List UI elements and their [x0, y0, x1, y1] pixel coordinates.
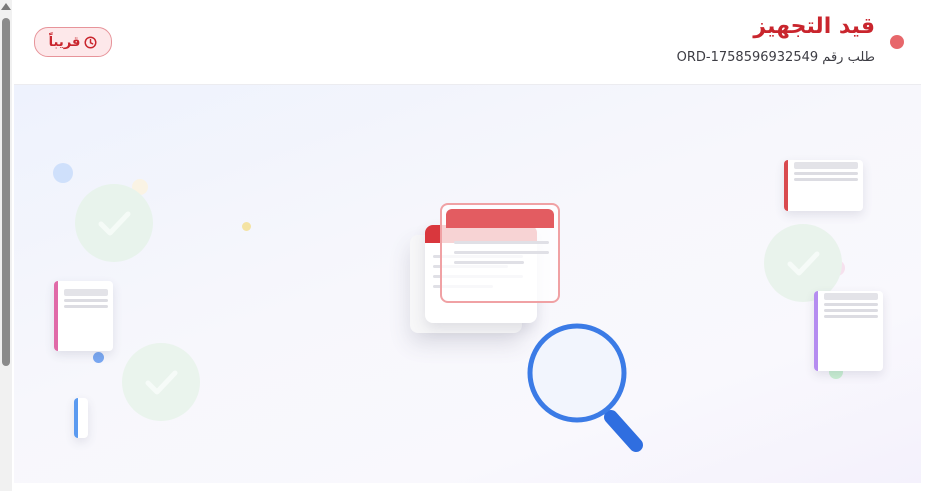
decor-dot	[53, 163, 73, 183]
scrollbar-thumb[interactable]	[2, 18, 10, 366]
decor-dot	[242, 222, 251, 231]
note-card-icon	[54, 281, 113, 351]
note-card-icon	[784, 160, 863, 211]
check-circle-icon	[122, 343, 200, 421]
note-card-icon	[814, 291, 883, 371]
decor-dot	[93, 352, 104, 363]
magnifier-icon	[527, 323, 643, 452]
status-title: قيد التجهيز	[753, 14, 875, 39]
app-window: قيد التجهيز طلب رقم ORD-1758596932549 قر…	[0, 0, 927, 491]
order-line: طلب رقم ORD-1758596932549	[677, 50, 875, 65]
status-dot	[890, 35, 904, 49]
order-label: طلب رقم	[822, 50, 875, 65]
scroll-up-arrow-icon[interactable]	[1, 3, 11, 10]
processing-illustration	[14, 85, 921, 483]
status-badge: قريباً	[34, 27, 112, 57]
bottom-strip	[14, 483, 921, 491]
order-number: ORD-1758596932549	[676, 50, 819, 65]
clock-icon	[84, 35, 97, 49]
badge-label: قريباً	[48, 34, 81, 50]
note-card-icon	[74, 398, 88, 438]
order-status-header: قيد التجهيز طلب رقم ORD-1758596932549 قر…	[14, 0, 921, 85]
check-circle-icon	[75, 184, 153, 262]
scrollbar[interactable]	[0, 0, 12, 491]
